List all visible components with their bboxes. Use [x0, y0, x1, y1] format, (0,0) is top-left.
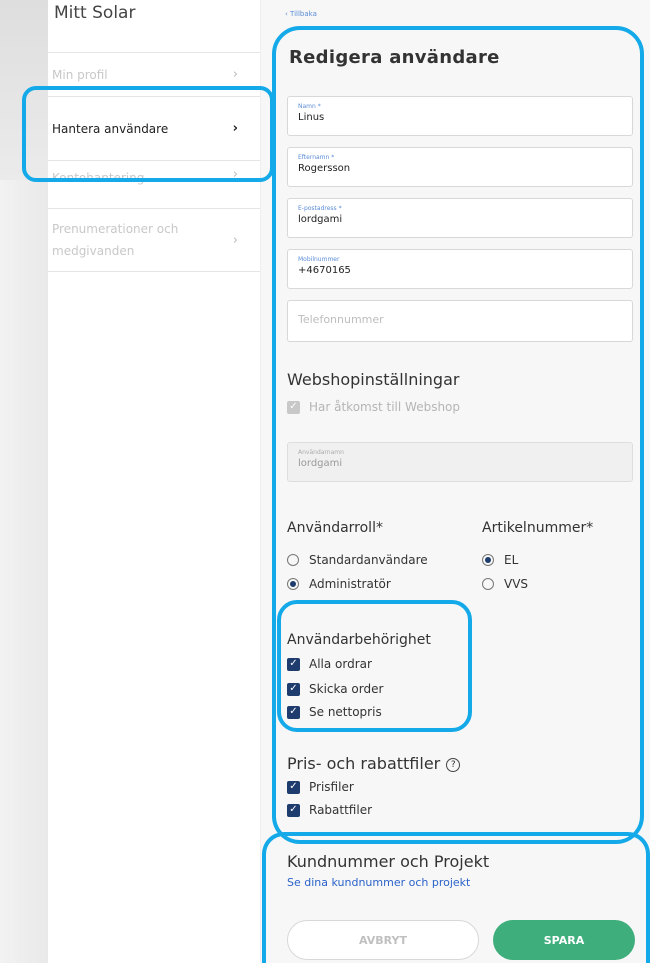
sidebar-item-label: Hantera användare	[52, 121, 169, 136]
radio-unselected-icon	[482, 578, 494, 590]
checkbox-checked-icon: ✓	[287, 803, 300, 817]
last-name-label: Efternamn *	[298, 154, 335, 161]
webshop-access-label: Har åtkomst till Webshop	[309, 400, 461, 414]
sidebar-item-my-profile[interactable]: Min profil ›	[48, 52, 260, 96]
radio-unselected-icon	[287, 554, 299, 566]
radio-selected-icon	[482, 554, 494, 566]
last-name-field[interactable]: Efternamn * Rogersson	[287, 147, 633, 187]
radio-selected-icon	[287, 578, 299, 590]
back-link[interactable]: ‹ Tillbaka	[285, 10, 317, 18]
radio-vvs[interactable]: VVS	[482, 577, 528, 591]
customer-projects-link[interactable]: Se dina kundnummer och projekt	[287, 876, 470, 889]
checkbox-checked-icon: ✓	[287, 705, 300, 719]
checkbox-label: Prisfiler	[309, 780, 354, 794]
price-files-checkbox[interactable]: ✓ Prisfiler	[287, 780, 354, 794]
chevron-right-icon: ›	[232, 121, 238, 136]
sidebar-title: Mitt Solar	[54, 3, 136, 23]
checkbox-label: Skicka order	[309, 682, 384, 696]
radio-label: EL	[504, 553, 519, 567]
chevron-right-icon: ›	[232, 67, 238, 82]
mobile-label: Mobilnummer	[298, 256, 340, 263]
phone-input[interactable]	[298, 313, 622, 326]
email-label: E-postadress *	[298, 205, 342, 212]
user-role-title: Användarroll*	[287, 520, 383, 536]
checkbox-checked-icon: ✓	[287, 657, 300, 671]
question-circle-icon[interactable]: ?	[446, 757, 461, 772]
radio-label: Administratör	[309, 577, 391, 591]
article-number-title: Artikelnummer*	[482, 520, 594, 536]
first-name-label: Namn *	[298, 103, 321, 110]
username-value: lordgami	[298, 458, 343, 469]
permission-send-order-checkbox[interactable]: ✓ Skicka order	[287, 682, 383, 696]
checkbox-label: Se nettopris	[309, 705, 382, 719]
price-files-title-text: Pris- och rabattfiler	[287, 754, 441, 773]
chevron-right-icon: ›	[232, 167, 238, 182]
chevron-right-icon: ›	[232, 232, 238, 248]
first-name-value: Linus	[298, 112, 325, 123]
email-value: lordgami	[298, 214, 343, 225]
email-field[interactable]: E-postadress * lordgami	[287, 198, 633, 238]
sidebar-item-account-management[interactable]: Kontohantering ›	[48, 160, 260, 208]
radio-label: Standardanvändare	[309, 553, 428, 567]
checkbox-label: Rabattfiler	[309, 803, 373, 817]
mobile-value: +4670165	[298, 265, 351, 276]
sidebar-item-subscriptions[interactable]: Prenumerationer och medgivanden ›	[48, 208, 260, 272]
discount-files-checkbox[interactable]: ✓ Rabattfiler	[287, 803, 372, 817]
permission-net-price-checkbox[interactable]: ✓ Se nettopris	[287, 705, 382, 719]
sidebar: Mitt Solar Min profil › Hantera användar…	[48, 0, 260, 963]
sidebar-item-manage-users[interactable]: Hantera användare ›	[48, 96, 260, 160]
checkbox-checked-icon: ✓	[287, 682, 300, 696]
left-background-strip	[0, 0, 48, 963]
checkbox-checked-icon: ✓	[287, 780, 300, 794]
radio-el[interactable]: EL	[482, 553, 518, 567]
permission-all-orders-checkbox[interactable]: ✓ Alla ordrar	[287, 657, 372, 671]
sidebar-item-label: Prenumerationer och medgivanden	[52, 222, 179, 258]
page-title: Redigera användare	[289, 47, 500, 68]
checkbox-checked-icon: ✓	[287, 400, 300, 414]
radio-label: VVS	[504, 577, 529, 591]
user-permissions-title: Användarbehörighet	[287, 632, 431, 648]
sidebar-item-label: Min profil	[52, 67, 108, 82]
checkbox-label: Alla ordrar	[309, 657, 372, 671]
radio-standard-user[interactable]: Standardanvändare	[287, 553, 428, 567]
username-label: Användarnamn	[298, 449, 344, 456]
radio-administrator[interactable]: Administratör	[287, 577, 391, 591]
sidebar-item-label: Kontohantering	[52, 171, 145, 185]
customer-number-title: Kundnummer och Projekt	[287, 852, 490, 871]
webshop-access-checkbox[interactable]: ✓ Har åtkomst till Webshop	[287, 400, 460, 414]
save-button[interactable]: SPARA	[493, 920, 635, 960]
first-name-field[interactable]: Namn * Linus	[287, 96, 633, 136]
webshop-settings-title: Webshopinställningar	[287, 370, 460, 389]
last-name-value: Rogersson	[298, 163, 351, 174]
mobile-field[interactable]: Mobilnummer +4670165	[287, 249, 633, 289]
phone-field[interactable]	[287, 300, 633, 342]
username-field: Användarnamn lordgami	[287, 442, 633, 482]
cancel-button[interactable]: AVBRYT	[287, 920, 479, 960]
price-files-title: Pris- och rabattfiler?	[287, 754, 461, 773]
